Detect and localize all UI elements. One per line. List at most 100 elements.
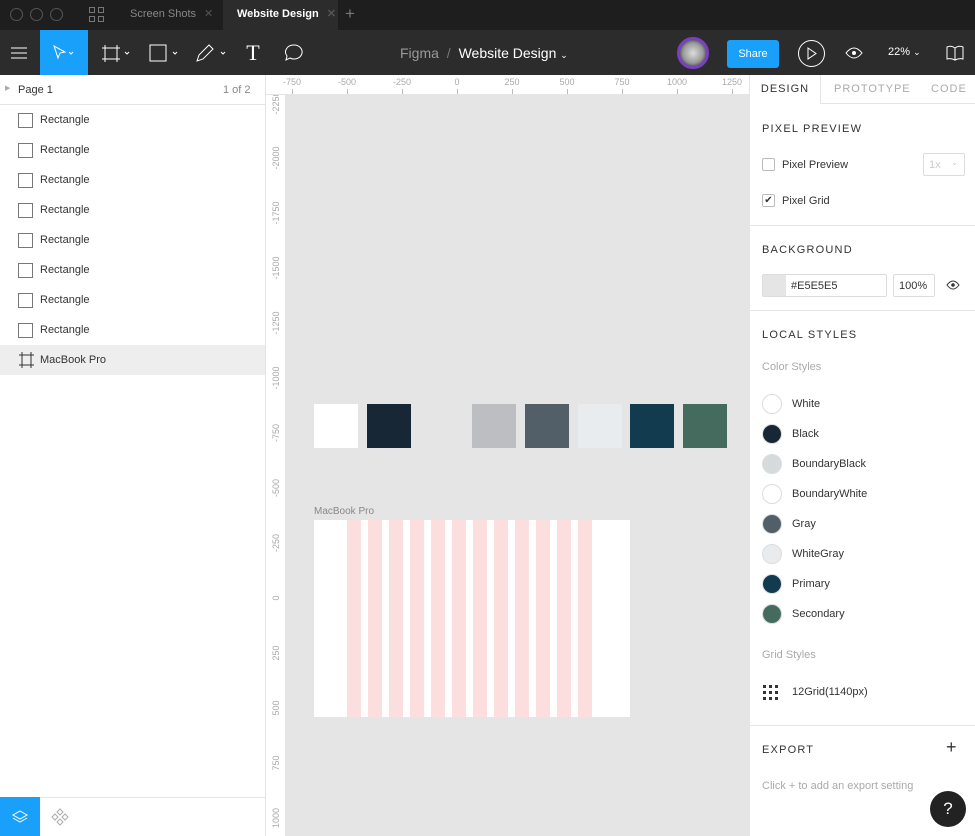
- close-icon[interactable]: ✕: [327, 8, 336, 20]
- layers-tab-icon[interactable]: [0, 797, 40, 836]
- pen-tool-button[interactable]: [194, 30, 230, 75]
- layer-item[interactable]: Rectangle: [0, 195, 265, 225]
- ruler-tick-label: 1000: [271, 807, 281, 829]
- color-style-item[interactable]: Black: [762, 424, 819, 444]
- rectangle-tool-button[interactable]: [146, 30, 182, 75]
- color-swatch-rectangle[interactable]: [630, 404, 675, 448]
- grid-column: [389, 520, 403, 717]
- help-button[interactable]: ?: [930, 791, 966, 827]
- tab-prototype[interactable]: PROTOTYPE: [834, 83, 911, 95]
- color-style-item[interactable]: BoundaryWhite: [762, 484, 867, 504]
- color-style-item[interactable]: Primary: [762, 574, 830, 594]
- layer-item[interactable]: Rectangle: [0, 135, 265, 165]
- grid-column: [557, 520, 571, 717]
- color-style-name: Black: [792, 428, 819, 440]
- grid-column: [494, 520, 508, 717]
- layer-item[interactable]: Rectangle: [0, 225, 265, 255]
- color-swatch[interactable]: [763, 275, 786, 296]
- color-swatch-rectangle[interactable]: [682, 404, 727, 448]
- ruler-tick-label: -2250: [271, 95, 281, 115]
- rectangle-icon: [18, 232, 33, 248]
- color-swatch-rectangle[interactable]: [577, 404, 622, 448]
- eye-icon[interactable]: [946, 280, 960, 293]
- color-styles-label: Color Styles: [762, 361, 822, 373]
- ruler-tick: [567, 89, 568, 94]
- breadcrumb-root[interactable]: Figma: [400, 45, 439, 61]
- ruler-tick: [402, 89, 403, 94]
- layer-name: Rectangle: [40, 294, 90, 306]
- move-tool-button[interactable]: [40, 30, 88, 75]
- color-swatch-rectangle[interactable]: [419, 404, 464, 448]
- grid-styles-label: Grid Styles: [762, 649, 816, 661]
- color-swatch-rectangle[interactable]: [524, 404, 569, 448]
- opacity-field[interactable]: 100%: [893, 274, 935, 297]
- grid-home-icon[interactable]: [89, 7, 104, 22]
- chevron-down-icon[interactable]: ⌄: [560, 50, 568, 60]
- pixel-scale-dropdown[interactable]: 1x ⌄: [923, 153, 965, 176]
- color-style-item[interactable]: BoundaryBlack: [762, 454, 866, 474]
- ruler-tick: [292, 89, 293, 94]
- frame-label[interactable]: MacBook Pro: [314, 506, 374, 517]
- color-style-item[interactable]: Secondary: [762, 604, 845, 624]
- zoom-value: 22%: [888, 46, 911, 58]
- color-swatch-rectangle[interactable]: [314, 404, 358, 448]
- color-style-name: White: [792, 398, 821, 410]
- color-style-item[interactable]: WhiteGray: [762, 544, 844, 564]
- tab-website-design[interactable]: Website Design ✕: [223, 0, 338, 30]
- layer-name: Rectangle: [40, 204, 90, 216]
- ruler-tick-label: 250: [504, 77, 520, 87]
- present-play-icon[interactable]: [798, 40, 825, 67]
- pixel-grid-checkbox[interactable]: ✔ Pixel Grid: [762, 194, 830, 207]
- tab-design[interactable]: DESIGN: [750, 75, 820, 104]
- components-tab-icon[interactable]: [40, 797, 80, 836]
- library-book-icon[interactable]: [946, 45, 964, 64]
- hex-value[interactable]: #E5E5E5: [791, 280, 837, 292]
- close-icon[interactable]: ✕: [204, 8, 213, 20]
- text-tool-icon[interactable]: T: [240, 30, 266, 75]
- pixel-preview-checkbox[interactable]: Pixel Preview: [762, 158, 848, 171]
- layer-item[interactable]: Rectangle: [0, 105, 265, 135]
- color-swatch-rectangle[interactable]: [472, 404, 517, 448]
- page-selector[interactable]: ▶ Page 1 1 of 2: [0, 75, 265, 105]
- minimize-window-button[interactable]: [30, 8, 43, 21]
- color-swatch-rectangle[interactable]: [366, 404, 411, 448]
- close-window-button[interactable]: [10, 8, 23, 21]
- layer-item[interactable]: Rectangle: [0, 285, 265, 315]
- chevron-down-icon: ⌄: [913, 47, 921, 57]
- share-button[interactable]: Share: [727, 40, 779, 68]
- avatar[interactable]: [677, 37, 709, 69]
- color-style-item[interactable]: Gray: [762, 514, 816, 534]
- grid-style-item[interactable]: 12Grid(1140px): [762, 684, 868, 700]
- layer-item[interactable]: Rectangle: [0, 165, 265, 195]
- zoom-dropdown[interactable]: 22% ⌄: [888, 46, 921, 58]
- grid-column: [515, 520, 529, 717]
- color-style-name: Primary: [792, 578, 830, 590]
- eye-icon[interactable]: [845, 47, 863, 62]
- frame-tool-button[interactable]: [98, 30, 134, 75]
- background-color-field[interactable]: #E5E5E5: [762, 274, 887, 297]
- tab-code[interactable]: CODE: [931, 83, 967, 95]
- layer-name: Rectangle: [40, 114, 90, 126]
- new-tab-plus-icon[interactable]: +: [345, 4, 355, 24]
- layer-item[interactable]: Rectangle: [0, 255, 265, 285]
- canvas[interactable]: MacBook Pro: [287, 96, 749, 836]
- checkbox[interactable]: [762, 158, 775, 171]
- menu-hamburger-icon[interactable]: [0, 30, 38, 75]
- file-name[interactable]: Website Design: [459, 45, 557, 61]
- macbook-pro-frame[interactable]: [314, 520, 630, 717]
- checkbox-label: Pixel Preview: [782, 158, 849, 171]
- layer-item[interactable]: Rectangle: [0, 315, 265, 345]
- layer-item[interactable]: MacBook Pro: [0, 345, 265, 375]
- rectangle-icon: [149, 44, 178, 61]
- add-export-plus-icon[interactable]: +: [946, 737, 957, 758]
- layer-name: Rectangle: [40, 234, 90, 246]
- grid-column: [536, 520, 550, 717]
- checkmark-icon[interactable]: ✔: [762, 194, 775, 207]
- maximize-window-button[interactable]: [50, 8, 63, 21]
- ruler-tick-label: -1250: [271, 311, 281, 335]
- comment-tool-icon[interactable]: [280, 30, 308, 75]
- checkbox-label: Pixel Grid: [782, 194, 830, 207]
- color-style-item[interactable]: White: [762, 394, 820, 414]
- frame-icon: [19, 352, 34, 368]
- tab-screen-shots[interactable]: Screen Shots ✕: [116, 0, 223, 30]
